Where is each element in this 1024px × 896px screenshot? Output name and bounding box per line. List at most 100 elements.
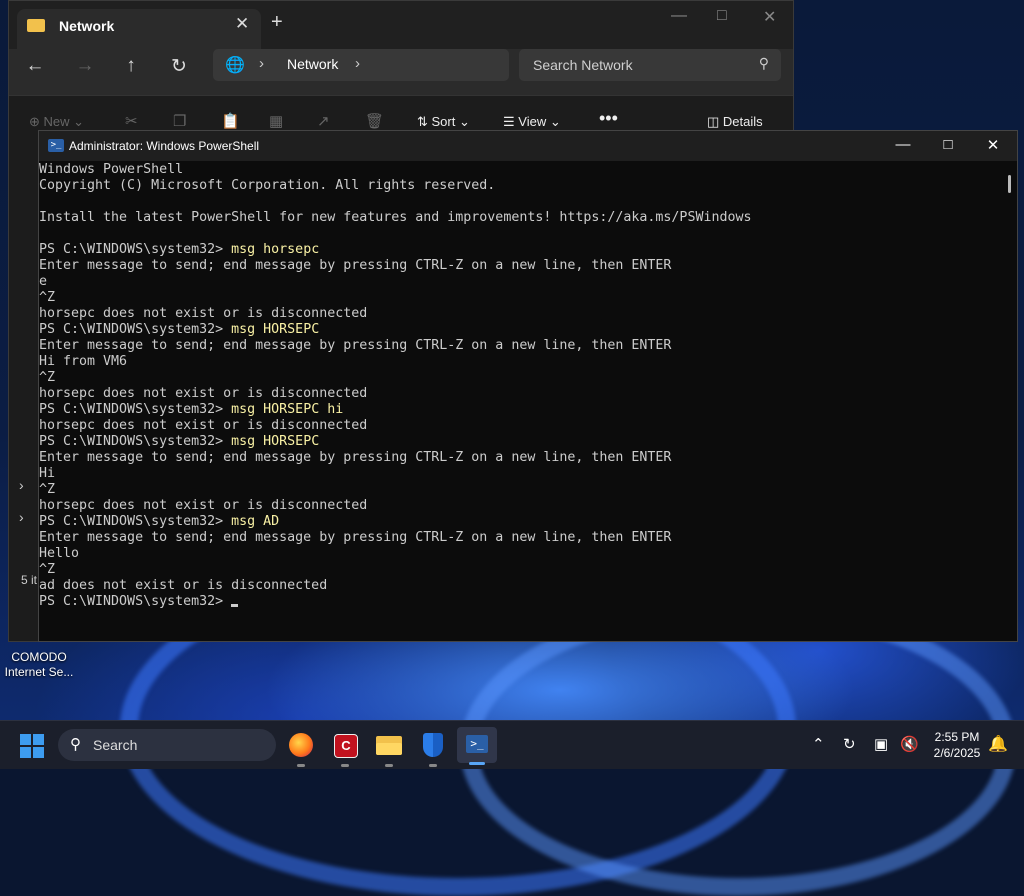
terminal-line: Enter message to send; end message by pr… — [39, 450, 999, 466]
explorer-tab-bar: Network ✕ + — □ ✕ — [9, 1, 793, 49]
terminal-line: Hi from VM6 — [39, 354, 999, 370]
sort-button[interactable]: ⇅ Sort ⌄ — [417, 114, 470, 130]
windows-security-icon[interactable] — [417, 729, 449, 767]
search-icon: ⚲ — [758, 55, 769, 71]
terminal-line: Enter message to send; end message by pr… — [39, 338, 999, 354]
explorer-nav-bar: ← → ↑ ↻ 🌐 › Network › Search Network ⚲ — [9, 49, 793, 95]
terminal-line: ^Z — [39, 482, 999, 498]
terminal-prompt: PS C:\WINDOWS\system32> — [39, 242, 232, 257]
terminal-line: horsepc does not exist or is disconnecte… — [39, 306, 999, 322]
network-icon[interactable]: ▣ — [874, 735, 888, 753]
terminal-output-text: ad does not exist or is disconnected — [39, 578, 328, 593]
terminal-output-text: ^Z — [39, 370, 56, 385]
text-cursor — [231, 604, 239, 607]
terminal-command: msg horsepc — [231, 242, 320, 257]
chevron-right-icon[interactable]: › — [19, 509, 24, 525]
terminal-line: PS C:\WINDOWS\system32> msg AD — [39, 514, 999, 530]
window-title: Administrator: Windows PowerShell — [69, 139, 260, 153]
breadcrumb-network[interactable]: Network — [287, 56, 338, 72]
firefox-icon[interactable] — [285, 729, 317, 767]
network-globe-icon: 🌐 — [225, 57, 245, 74]
item-count-status: 5 it — [21, 573, 38, 587]
taskbar-search-box[interactable]: ⚲ Search — [58, 729, 276, 761]
close-tab-icon[interactable]: ✕ — [235, 14, 249, 34]
rename-icon[interactable]: ▦ — [269, 112, 283, 130]
terminal-output-text: horsepc does not exist or is disconnecte… — [39, 418, 368, 433]
share-icon[interactable]: ↗ — [317, 112, 330, 130]
clock-time: 2:55 PM — [934, 730, 980, 744]
terminal-prompt: PS C:\WINDOWS\system32> — [39, 594, 232, 609]
terminal-line: horsepc does not exist or is disconnecte… — [39, 418, 999, 434]
show-hidden-icons-chevron-up-icon[interactable]: ⌃ — [812, 735, 825, 753]
navigation-pane: › › — [9, 141, 41, 641]
powershell-icon[interactable]: >_ — [457, 727, 497, 765]
terminal-output-text: Enter message to send; end message by pr… — [39, 338, 672, 353]
terminal-command: msg HORSEPC — [231, 434, 320, 449]
new-button[interactable]: ⊕ New ⌄ — [29, 114, 84, 130]
terminal-line: PS C:\WINDOWS\system32> — [39, 594, 999, 610]
desktop-icon-label-line2: Internet Se... — [4, 665, 74, 679]
powershell-title-bar[interactable]: >_ Administrator: Windows PowerShell — □… — [39, 131, 1017, 161]
address-bar[interactable]: 🌐 › Network › — [213, 49, 509, 81]
volume-muted-icon[interactable]: 🔇 — [900, 735, 919, 753]
terminal-output-text: horsepc does not exist or is disconnecte… — [39, 498, 368, 513]
start-button[interactable] — [20, 734, 44, 758]
scrollbar-thumb[interactable] — [1008, 175, 1011, 193]
terminal-line: horsepc does not exist or is disconnecte… — [39, 498, 999, 514]
forward-arrow-icon[interactable]: → — [73, 55, 97, 77]
delete-icon[interactable]: 🗑 — [365, 112, 384, 130]
terminal-prompt: PS C:\WINDOWS\system32> — [39, 322, 232, 337]
more-options-icon[interactable]: ••• — [599, 108, 618, 129]
view-button[interactable]: ☰ View ⌄ — [503, 114, 561, 130]
terminal-line: ^Z — [39, 562, 999, 578]
file-explorer-icon[interactable] — [373, 729, 405, 767]
maximize-button[interactable]: □ — [933, 136, 963, 153]
copy-icon[interactable]: ❐ — [173, 112, 186, 130]
new-label: New — [43, 114, 70, 129]
terminal-line: ^Z — [39, 290, 999, 306]
terminal-line: PS C:\WINDOWS\system32> msg HORSEPC — [39, 322, 999, 338]
desktop-icon-label-line1: COMODO — [11, 650, 67, 664]
minimize-button[interactable]: — — [671, 7, 687, 25]
terminal-output-text: Windows PowerShell — [39, 162, 184, 177]
chevron-right-icon[interactable]: › — [19, 477, 24, 493]
back-arrow-icon[interactable]: ← — [23, 55, 47, 77]
chevron-right-icon[interactable]: › — [259, 55, 264, 72]
terminal-output[interactable]: Windows PowerShell Copyright (C) Microsof… — [39, 162, 999, 640]
minimize-button[interactable]: — — [888, 136, 918, 153]
terminal-output-text: Enter message to send; end message by pr… — [39, 530, 672, 545]
paste-icon[interactable]: 📋 — [221, 112, 240, 130]
search-icon: ⚲ — [70, 736, 81, 753]
terminal-line: Copyright (C) Microsoft Corporation. All… — [39, 178, 999, 194]
details-button[interactable]: ◫ Details — [707, 114, 763, 130]
cut-icon[interactable]: ✂ — [125, 112, 138, 130]
explorer-tab[interactable]: Network ✕ — [17, 9, 261, 49]
up-arrow-icon[interactable]: ↑ — [119, 55, 143, 77]
terminal-output-text: ^Z — [39, 482, 56, 497]
clock[interactable]: 2:55 PM 2/6/2025 — [928, 729, 986, 761]
terminal-output-text: Hi from VM6 — [39, 354, 128, 369]
notification-bell-icon[interactable]: 🔔 — [988, 734, 1008, 754]
refresh-icon[interactable]: ↻ — [167, 55, 191, 78]
close-window-button[interactable]: ✕ — [978, 136, 1008, 154]
terminal-output-text: Install the latest PowerShell for new fe… — [39, 210, 752, 225]
taskbar: ⚲ Search C >_ ⌃ ↻ ▣ 🔇 2:55 PM 2/6/2025 🔔 — [0, 720, 1024, 769]
explorer-search-box[interactable]: Search Network ⚲ — [519, 49, 781, 81]
terminal-output-text: Copyright (C) Microsoft Corporation. All… — [39, 178, 496, 193]
update-sync-icon[interactable]: ↻ — [843, 735, 856, 753]
new-tab-button[interactable]: + — [271, 11, 283, 34]
terminal-command: msg AD — [231, 514, 280, 529]
close-window-button[interactable]: ✕ — [763, 7, 776, 27]
terminal-line: Install the latest PowerShell for new fe… — [39, 210, 999, 226]
terminal-prompt: PS C:\WINDOWS\system32> — [39, 434, 232, 449]
maximize-button[interactable]: □ — [717, 7, 727, 25]
terminal-output-text: ^Z — [39, 290, 56, 305]
terminal-command: msg HORSEPC — [231, 322, 320, 337]
terminal-prompt: PS C:\WINDOWS\system32> — [39, 514, 232, 529]
chevron-right-icon[interactable]: › — [355, 55, 360, 72]
details-label: Details — [722, 114, 763, 129]
terminal-output-text: horsepc does not exist or is disconnecte… — [39, 386, 368, 401]
clock-date: 2/6/2025 — [933, 746, 981, 760]
comodo-icon[interactable]: C — [329, 729, 361, 767]
